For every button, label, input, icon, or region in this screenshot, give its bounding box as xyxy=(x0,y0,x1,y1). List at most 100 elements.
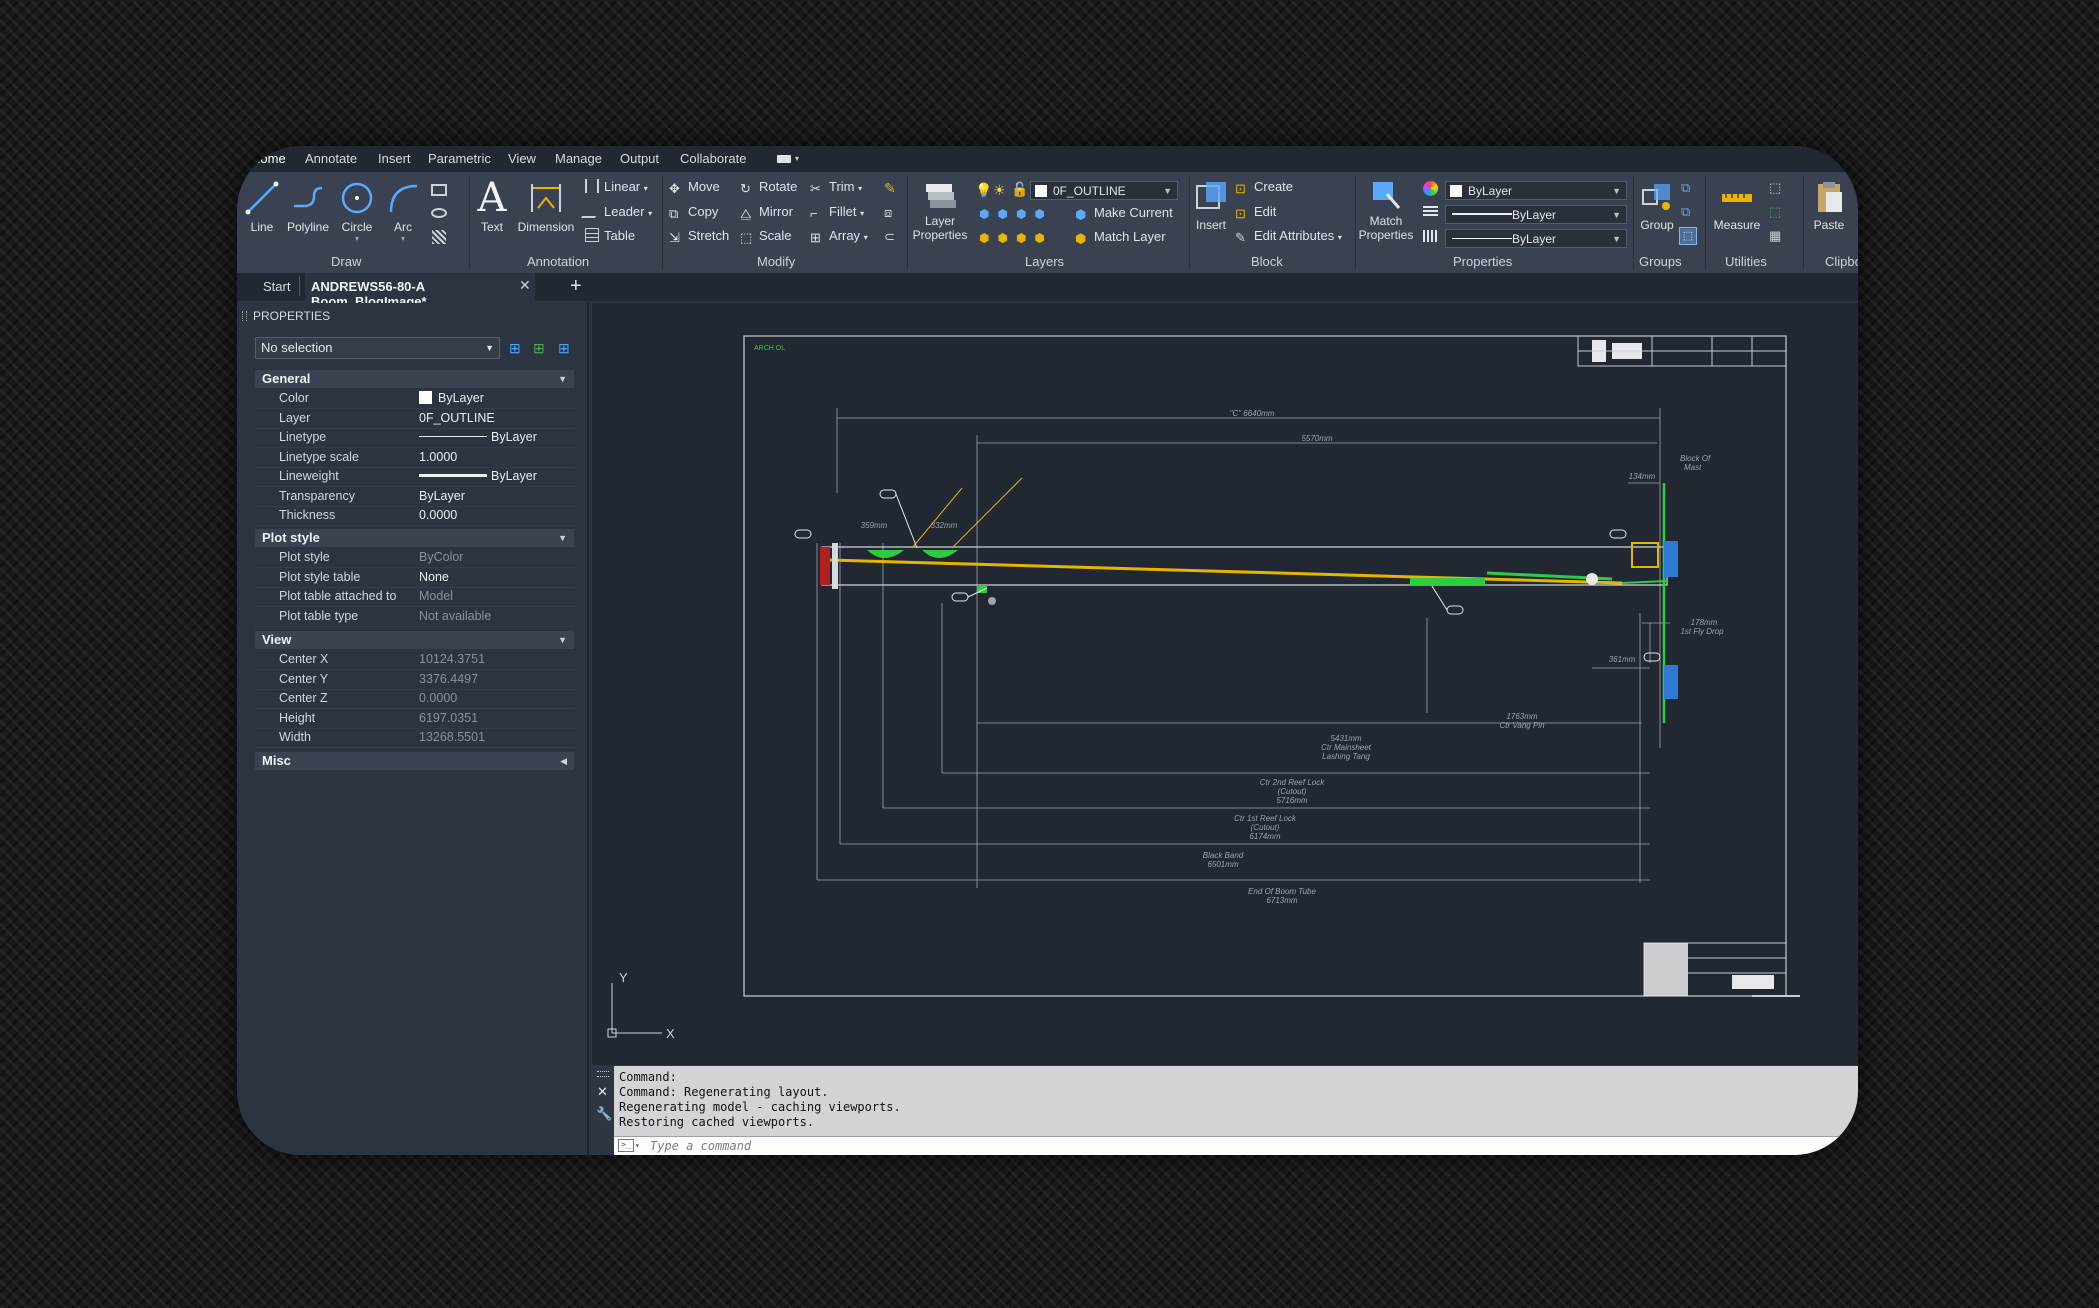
prop-row-center-z[interactable]: Center Z 0.0000 xyxy=(255,689,574,709)
section-view[interactable]: View ▼ xyxy=(255,631,574,649)
text-button[interactable]: A Text xyxy=(473,178,511,234)
prop-row-linetype-scale[interactable]: Linetype scale 1.0000 xyxy=(255,448,574,468)
prop-row-thickness[interactable]: Thickness 0.0000 xyxy=(255,506,574,526)
properties-panel-label[interactable]: Properties xyxy=(1453,254,1512,269)
toggle-pickadd-icon[interactable]: ⊞ xyxy=(509,340,521,357)
line-button[interactable]: Line xyxy=(241,180,283,234)
fillet-button[interactable]: ⌐ Fillet ▾ xyxy=(810,204,864,221)
tab-parametric[interactable]: Parametric xyxy=(428,151,491,166)
prop-row-lineweight[interactable]: Lineweight ByLayer xyxy=(255,467,574,487)
block-panel-label[interactable]: Block xyxy=(1251,254,1283,269)
prop-row-transparency[interactable]: Transparency ByLayer xyxy=(255,487,574,507)
close-tab-icon[interactable]: ✕ xyxy=(519,277,531,294)
drawing-canvas[interactable]: ARCH OL "C" 6640mm 5570mm 359mm 332mm 13… xyxy=(592,303,1858,1065)
linetype-dropdown[interactable]: ByLayer ▼ xyxy=(1445,229,1627,248)
group-select-icon[interactable]: ⬚ xyxy=(1679,227,1697,245)
leader-button[interactable]: Leader ▾ xyxy=(580,204,652,219)
paste-button[interactable]: Paste xyxy=(1807,180,1851,232)
layers-panel-label[interactable]: Layers xyxy=(1025,254,1064,269)
layer-tools-row2-icon[interactable]: ⬢⬢⬢⬢ xyxy=(979,231,1053,245)
group-button[interactable]: Group xyxy=(1635,180,1679,232)
mirror-button[interactable]: ⧋ Mirror xyxy=(740,204,793,221)
select-all-icon[interactable]: ⬚ xyxy=(1769,204,1781,220)
close-command-icon[interactable]: ✕ xyxy=(597,1084,608,1100)
drawing-svg[interactable]: ARCH OL "C" 6640mm 5570mm 359mm 332mm 13… xyxy=(592,303,1858,1065)
rectangle-icon[interactable] xyxy=(431,184,447,196)
prop-row-plot-table-type[interactable]: Plot table type Not available xyxy=(255,607,574,627)
tab-home[interactable]: Home xyxy=(251,151,286,166)
layer-properties-button[interactable]: Layer Properties xyxy=(907,180,973,242)
collapse-general-icon[interactable]: ▼ xyxy=(558,370,567,388)
prop-row-plot-style-table[interactable]: Plot style table None xyxy=(255,568,574,588)
table-button[interactable]: Table xyxy=(585,228,635,243)
layer-freeze-icon[interactable]: ☀ xyxy=(993,182,1006,199)
match-properties-button[interactable]: Match Properties xyxy=(1357,180,1415,242)
hatch-icon[interactable] xyxy=(432,230,446,244)
utilities-panel-label[interactable]: Utilities xyxy=(1725,254,1767,269)
ribbon-minimize-icon[interactable] xyxy=(777,155,791,163)
tab-insert[interactable]: Insert xyxy=(378,151,411,166)
make-current-button[interactable]: ⬢ Make Current xyxy=(1075,205,1173,222)
prop-row-width[interactable]: Width 13268.5501 xyxy=(255,728,574,748)
section-plot-style[interactable]: Plot style ▼ xyxy=(255,529,574,547)
collapse-plot-style-icon[interactable]: ▼ xyxy=(558,529,567,547)
trim-button[interactable]: ✂ Trim ▾ xyxy=(810,179,862,196)
quick-select-props-icon[interactable]: ⊞ xyxy=(558,340,570,357)
prop-row-plot-table-attached[interactable]: Plot table attached to Model xyxy=(255,587,574,607)
tab-active-drawing[interactable]: ANDREWS56-80-A Boom_BlogImage* ✕ xyxy=(305,273,535,309)
tab-manage[interactable]: Manage xyxy=(555,151,602,166)
linear-button[interactable]: Linear ▾ xyxy=(585,179,648,194)
edit-block-button[interactable]: ⊡ Edit xyxy=(1235,204,1276,221)
collapse-view-icon[interactable]: ▼ xyxy=(558,631,567,649)
expand-misc-icon[interactable]: ◀ xyxy=(560,752,567,770)
ellipse-icon[interactable] xyxy=(431,208,447,218)
section-general[interactable]: General ▼ xyxy=(255,370,574,388)
palette-grip-icon[interactable] xyxy=(242,311,247,321)
create-block-button[interactable]: ⊡ Create xyxy=(1235,179,1293,196)
layer-tools-row1-icon[interactable]: ⬢⬢⬢⬢ xyxy=(979,207,1053,221)
prop-row-linetype[interactable]: Linetype ByLayer xyxy=(255,428,574,448)
ribbon-minimize-arrow-icon[interactable]: ▾ xyxy=(795,154,799,163)
move-button[interactable]: ✥ Move xyxy=(669,179,720,196)
customize-wrench-icon[interactable]: 🔧 xyxy=(596,1106,612,1122)
match-layer-button[interactable]: ⬢ Match Layer xyxy=(1075,229,1166,246)
annotation-panel-label[interactable]: Annotation xyxy=(527,254,589,269)
recent-commands-arrow-icon[interactable]: ▾ xyxy=(635,1137,640,1155)
prop-row-height[interactable]: Height 6197.0351 xyxy=(255,709,574,729)
ungroup-icon[interactable]: ⧉ xyxy=(1681,180,1690,196)
stretch-button[interactable]: ⇲ Stretch xyxy=(669,228,729,245)
new-tab-icon[interactable]: + xyxy=(570,275,582,298)
explode-icon[interactable]: ⧈ xyxy=(884,205,892,221)
rotate-button[interactable]: ↻ Rotate xyxy=(740,179,797,196)
tab-output[interactable]: Output xyxy=(620,151,659,166)
edit-attributes-button[interactable]: ✎ Edit Attributes ▾ xyxy=(1235,228,1342,245)
command-prompt-icon[interactable]: >_ xyxy=(618,1139,634,1152)
prop-row-layer[interactable]: Layer 0F_OUTLINE xyxy=(255,409,574,429)
array-button[interactable]: ⊞ Array ▾ xyxy=(810,228,868,245)
circle-button[interactable]: Circle ▾ xyxy=(335,180,379,243)
color-dropdown[interactable]: ByLayer ▼ xyxy=(1445,181,1627,200)
tab-collaborate[interactable]: Collaborate xyxy=(680,151,747,166)
layer-lock-icon[interactable]: 🔓 xyxy=(1011,181,1028,198)
prop-row-color[interactable]: Color ByLayer xyxy=(255,389,574,409)
offset-icon[interactable]: ⊂ xyxy=(884,229,895,245)
command-grip-icon[interactable] xyxy=(597,1071,609,1077)
group-edit-icon[interactable]: ⧉ xyxy=(1681,204,1690,220)
erase-icon[interactable]: ✎ xyxy=(884,180,896,197)
prop-row-center-y[interactable]: Center Y 3376.4497 xyxy=(255,670,574,690)
measure-button[interactable]: Measure xyxy=(1709,180,1765,232)
modify-panel-label[interactable]: Modify xyxy=(757,254,795,269)
tab-start[interactable]: Start xyxy=(263,279,290,294)
insert-button[interactable]: Insert xyxy=(1191,180,1231,232)
groups-panel-label[interactable]: Groups xyxy=(1639,254,1682,269)
arc-button[interactable]: Arc ▾ xyxy=(383,180,423,243)
tab-view[interactable]: View xyxy=(508,151,536,166)
command-input[interactable]: >_ ▾ Type a command xyxy=(614,1136,1858,1155)
scale-button[interactable]: ⬚ Scale xyxy=(740,228,792,245)
quick-select-icon[interactable]: ⬚ xyxy=(1769,180,1781,196)
dimension-button[interactable]: Dimension xyxy=(515,180,577,234)
prop-row-plot-style[interactable]: Plot style ByColor xyxy=(255,548,574,568)
section-misc[interactable]: Misc ◀ xyxy=(255,752,574,770)
layer-on-icon[interactable]: 💡 xyxy=(975,182,992,199)
calculator-icon[interactable]: ▦ xyxy=(1769,228,1781,244)
